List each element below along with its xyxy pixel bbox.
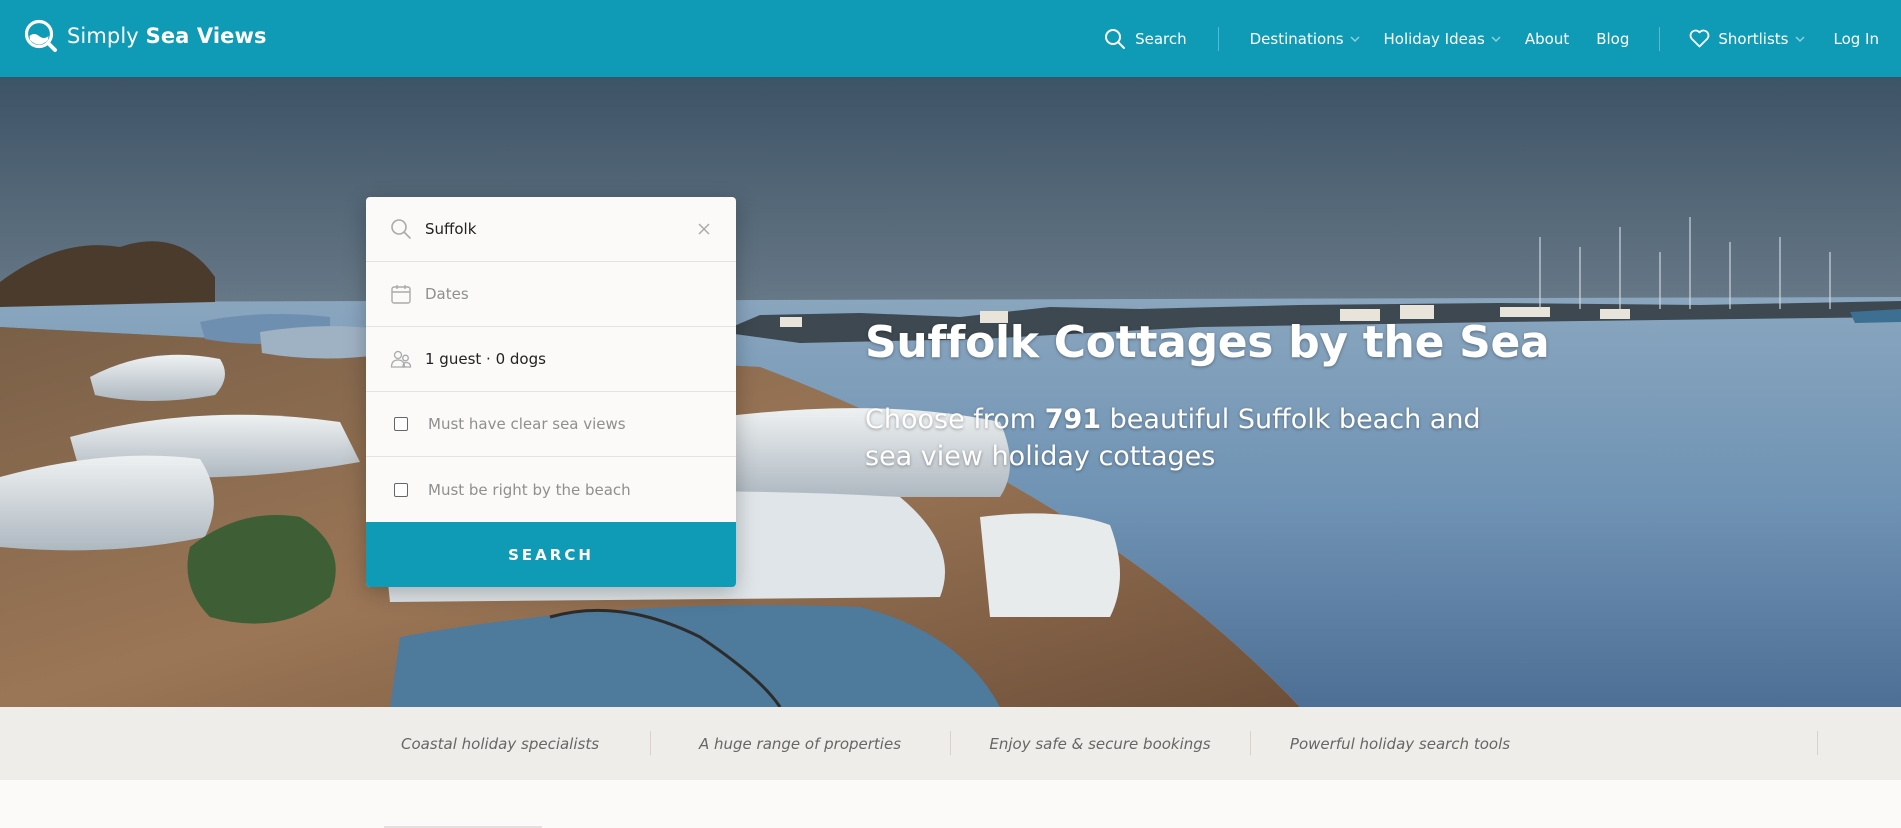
hero-photo bbox=[0, 77, 1901, 707]
brand-logo[interactable]: Simply Sea Views bbox=[24, 19, 267, 53]
location-field[interactable]: Suffolk bbox=[366, 197, 736, 262]
sea-views-checkbox[interactable] bbox=[394, 417, 408, 431]
search-icon bbox=[390, 218, 412, 240]
beach-label: Must be right by the beach bbox=[428, 480, 631, 499]
close-icon[interactable] bbox=[694, 219, 714, 239]
nav-divider bbox=[1217, 26, 1219, 51]
sea-views-option[interactable]: Must have clear sea views bbox=[366, 392, 736, 457]
feature-divider bbox=[950, 731, 951, 755]
feature-item: Coastal holiday specialists bbox=[400, 734, 600, 753]
magnifier-wave-icon bbox=[24, 19, 57, 52]
nav-shortlists[interactable]: Shortlists bbox=[1689, 29, 1804, 48]
nav-search[interactable]: Search bbox=[1104, 28, 1187, 50]
nav-shortlists-label: Shortlists bbox=[1718, 29, 1789, 48]
guests-field[interactable]: 1 guest · 0 dogs bbox=[366, 327, 736, 392]
chevron-down-icon bbox=[1491, 36, 1501, 42]
main-nav: Search Destinations Holiday Ideas About … bbox=[1104, 0, 1879, 77]
dates-placeholder: Dates bbox=[425, 285, 469, 303]
hero-subtitle-pre: Choose from bbox=[865, 404, 1045, 435]
hero-banner: Suffolk Cottages by the Sea Choose from … bbox=[0, 77, 1901, 707]
hero-subtitle: Choose from 791 beautiful Suffolk beach … bbox=[865, 401, 1515, 475]
nav-destinations-label: Destinations bbox=[1249, 29, 1344, 48]
search-icon bbox=[1105, 28, 1126, 49]
search-button[interactable]: SEARCH bbox=[366, 522, 736, 587]
guests-value: 1 guest · 0 dogs bbox=[425, 350, 546, 368]
dates-field[interactable]: Dates bbox=[366, 262, 736, 327]
hero-title: Suffolk Cottages by the Sea bbox=[865, 317, 1550, 368]
nav-holiday-ideas-label: Holiday Ideas bbox=[1383, 29, 1485, 48]
nav-about[interactable]: About bbox=[1525, 30, 1569, 48]
heart-icon bbox=[1690, 29, 1710, 48]
nav-login[interactable]: Log In bbox=[1834, 30, 1880, 48]
feature-divider bbox=[1817, 731, 1818, 755]
calendar-icon bbox=[390, 283, 412, 305]
feature-item: Powerful holiday search tools bbox=[1289, 734, 1511, 753]
guests-icon bbox=[390, 348, 412, 370]
feature-divider bbox=[1250, 731, 1251, 755]
property-count: 791 bbox=[1044, 404, 1102, 435]
nav-blog-label: Blog bbox=[1596, 29, 1630, 48]
features-strip: Coastal holiday specialists A huge range… bbox=[0, 707, 1901, 780]
feature-item: Enjoy safe & secure bookings bbox=[989, 734, 1211, 753]
nav-login-label: Log In bbox=[1833, 29, 1880, 48]
chevron-down-icon bbox=[1795, 36, 1804, 42]
nav-destinations[interactable]: Destinations bbox=[1250, 30, 1360, 48]
beach-checkbox[interactable] bbox=[394, 482, 408, 497]
feature-item: A huge range of properties bbox=[698, 734, 902, 753]
sea-views-label: Must have clear sea views bbox=[428, 415, 626, 433]
brand-name: Simply Sea Views bbox=[67, 24, 267, 48]
location-input[interactable]: Suffolk bbox=[425, 220, 476, 238]
site-header: Simply Sea Views Search Destinations Hol… bbox=[0, 0, 1901, 77]
beach-option[interactable]: Must be right by the beach bbox=[366, 457, 736, 522]
feature-divider bbox=[650, 731, 651, 755]
search-panel: Suffolk Dates 1 guest · 0 dogs Must have… bbox=[366, 197, 736, 587]
nav-search-label: Search bbox=[1135, 29, 1187, 48]
brand-name-light: Simply bbox=[67, 24, 139, 48]
nav-blog[interactable]: Blog bbox=[1596, 30, 1629, 48]
nav-divider bbox=[1659, 26, 1661, 51]
brand-name-bold: Sea Views bbox=[145, 24, 267, 48]
nav-about-label: About bbox=[1524, 29, 1570, 48]
chevron-down-icon bbox=[1350, 36, 1360, 42]
nav-holiday-ideas[interactable]: Holiday Ideas bbox=[1384, 30, 1501, 48]
